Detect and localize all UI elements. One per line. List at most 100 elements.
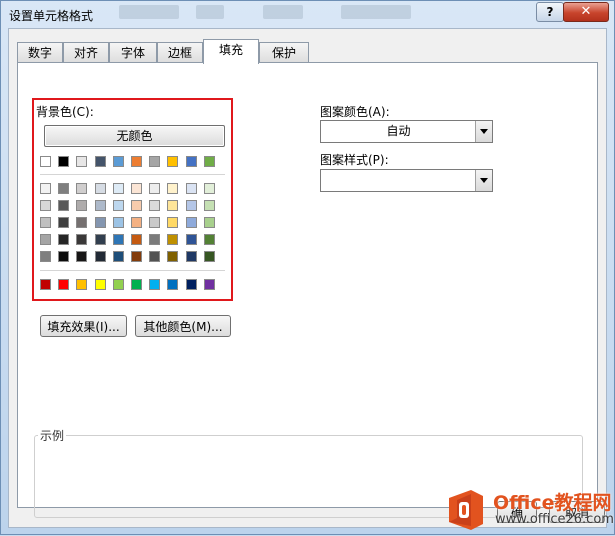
watermark-name: Office教程网 [493, 492, 612, 514]
watermark-url: www.office26.com [495, 512, 614, 527]
theme-color-swatch[interactable] [167, 156, 179, 167]
theme-shade-swatch[interactable] [112, 251, 124, 262]
background-window-text [196, 5, 224, 19]
theme-shade-swatch[interactable] [203, 234, 215, 245]
pattern-color-value: 自动 [386, 124, 411, 138]
theme-shade-swatch[interactable] [40, 217, 51, 228]
chevron-down-icon[interactable] [475, 121, 492, 142]
theme-shade-swatch[interactable] [40, 251, 51, 262]
theme-shade-swatch[interactable] [167, 183, 179, 194]
theme-shade-swatch[interactable] [185, 217, 197, 228]
theme-color-swatch[interactable] [149, 156, 161, 167]
theme-shade-swatch[interactable] [167, 251, 179, 262]
theme-shade-swatch[interactable] [131, 200, 142, 211]
theme-shade-swatch[interactable] [76, 183, 88, 194]
pattern-style-dropdown[interactable] [320, 169, 493, 192]
theme-shade-swatch[interactable] [94, 217, 106, 228]
chevron-down-icon[interactable] [475, 170, 492, 191]
standard-color-swatch[interactable] [40, 279, 51, 290]
theme-shade-swatch[interactable] [149, 183, 161, 194]
standard-color-swatch[interactable] [94, 279, 106, 290]
theme-color-swatch[interactable] [131, 156, 142, 167]
standard-color-swatch[interactable] [167, 279, 179, 290]
theme-color-swatch[interactable] [112, 156, 124, 167]
theme-shade-swatch[interactable] [94, 200, 106, 211]
theme-shade-swatch[interactable] [76, 251, 88, 262]
standard-color-swatch[interactable] [149, 279, 161, 290]
theme-shade-swatch[interactable] [185, 234, 197, 245]
theme-shade-swatch[interactable] [58, 217, 70, 228]
theme-shade-swatch[interactable] [131, 234, 142, 245]
standard-color-swatch[interactable] [76, 279, 88, 290]
theme-shade-swatch[interactable] [76, 234, 88, 245]
office-logo-icon [449, 490, 483, 530]
theme-shade-swatch[interactable] [167, 234, 179, 245]
tab-border[interactable]: 边框 [157, 42, 203, 62]
theme-shade-swatch[interactable] [112, 183, 124, 194]
more-colors-button[interactable]: 其他颜色(M)... [135, 315, 231, 337]
theme-shade-swatch[interactable] [40, 234, 51, 245]
theme-shade-swatch[interactable] [94, 251, 106, 262]
theme-shade-swatch[interactable] [94, 183, 106, 194]
theme-shade-swatch[interactable] [185, 183, 197, 194]
standard-color-swatch[interactable] [185, 279, 197, 290]
tab-font[interactable]: 字体 [109, 42, 157, 62]
pattern-color-label: 图案颜色(A): [320, 105, 390, 119]
tab-number[interactable]: 数字 [17, 42, 63, 62]
help-button[interactable]: ? [536, 2, 564, 22]
theme-shade-swatch[interactable] [203, 217, 215, 228]
theme-shade-swatch[interactable] [203, 183, 215, 194]
palette-divider [40, 270, 225, 271]
theme-shade-swatch[interactable] [76, 200, 88, 211]
theme-shade-swatch[interactable] [112, 217, 124, 228]
theme-color-swatch[interactable] [203, 156, 215, 167]
standard-color-swatch[interactable] [112, 279, 124, 290]
theme-shade-swatch[interactable] [58, 200, 70, 211]
theme-shade-swatch[interactable] [149, 217, 161, 228]
standard-color-swatch[interactable] [131, 279, 142, 290]
theme-shade-swatch[interactable] [58, 251, 70, 262]
standard-color-swatch[interactable] [203, 279, 215, 290]
theme-shade-swatch[interactable] [131, 183, 142, 194]
tab-alignment[interactable]: 对齐 [63, 42, 109, 62]
theme-shade-swatch[interactable] [131, 217, 142, 228]
theme-color-swatch[interactable] [40, 156, 51, 167]
theme-shade-swatch[interactable] [203, 251, 215, 262]
fill-effects-button[interactable]: 填充效果(I)... [40, 315, 127, 337]
theme-shade-swatch[interactable] [40, 183, 51, 194]
theme-shade-swatch[interactable] [58, 234, 70, 245]
office-watermark: Office教程网 www.office26.com [441, 486, 615, 536]
theme-shade-swatch[interactable] [185, 200, 197, 211]
theme-shade-swatch[interactable] [40, 200, 51, 211]
theme-color-swatch[interactable] [185, 156, 197, 167]
dialog-client-area: 数字 对齐 字体 边框 填充 保护 背景色(C): 无颜色 填充效果(I)...… [8, 28, 607, 528]
format-cells-dialog: 设置单元格格式 ? ✕ 数字 对齐 字体 边框 填充 保护 背景色(C): 无颜… [0, 0, 615, 535]
pattern-style-label: 图案样式(P): [320, 153, 389, 167]
title-bar[interactable]: 设置单元格格式 ? ✕ [1, 1, 614, 27]
close-button[interactable]: ✕ [563, 2, 609, 22]
theme-shade-swatch[interactable] [112, 200, 124, 211]
sample-label: 示例 [38, 427, 67, 444]
theme-color-swatch[interactable] [94, 156, 106, 167]
theme-shade-swatch[interactable] [112, 234, 124, 245]
theme-color-swatch[interactable] [58, 156, 70, 167]
theme-shade-swatch[interactable] [149, 251, 161, 262]
pattern-color-dropdown[interactable]: 自动 [320, 120, 493, 143]
tab-fill[interactable]: 填充 [203, 39, 259, 64]
theme-shade-swatch[interactable] [203, 200, 215, 211]
theme-shade-swatch[interactable] [167, 200, 179, 211]
theme-shade-swatch[interactable] [185, 251, 197, 262]
theme-shade-swatch[interactable] [167, 217, 179, 228]
no-color-button[interactable]: 无颜色 [44, 125, 225, 147]
question-icon: ? [546, 5, 554, 19]
theme-shade-swatch[interactable] [94, 234, 106, 245]
theme-shade-swatch[interactable] [131, 251, 142, 262]
tab-protection[interactable]: 保护 [259, 42, 309, 62]
theme-shade-swatch[interactable] [149, 200, 161, 211]
theme-color-swatch[interactable] [76, 156, 88, 167]
theme-shade-swatch[interactable] [149, 234, 161, 245]
theme-shade-swatch[interactable] [58, 183, 70, 194]
theme-shade-swatch[interactable] [76, 217, 88, 228]
standard-color-swatch[interactable] [58, 279, 70, 290]
fill-tab-panel: 背景色(C): 无颜色 填充效果(I)... 其他颜色(M)... 图案颜色(A… [17, 62, 598, 518]
